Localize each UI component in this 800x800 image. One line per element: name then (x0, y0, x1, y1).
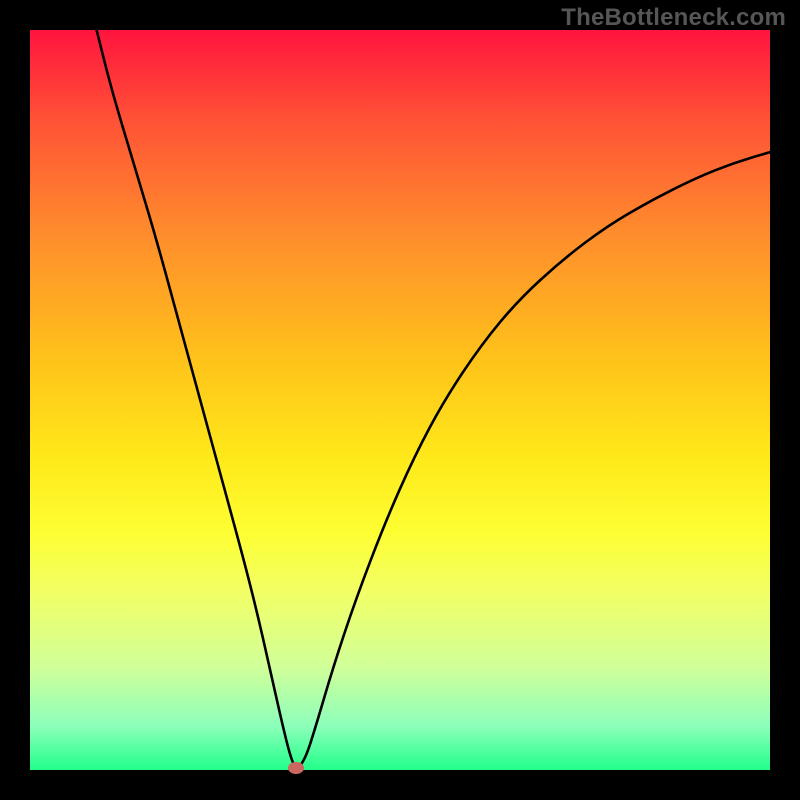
bottleneck-curve (97, 30, 770, 767)
chart-frame: TheBottleneck.com (0, 0, 800, 800)
watermark-text: TheBottleneck.com (561, 4, 786, 32)
curve-layer (30, 30, 770, 770)
optimum-marker (288, 762, 304, 774)
